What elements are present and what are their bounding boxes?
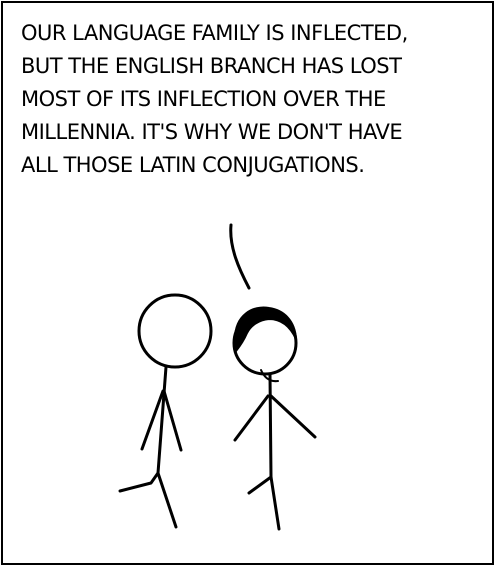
left-figure-right-leg <box>156 471 178 529</box>
left-figure-head <box>137 293 213 369</box>
right-figure-right-arm <box>269 394 317 439</box>
speech-tail <box>229 223 251 290</box>
right-stick-figure <box>232 310 317 531</box>
left-figure-left-leg <box>118 471 160 493</box>
right-figure-body <box>268 373 273 479</box>
right-figure-hair <box>234 306 297 383</box>
right-figure-right-leg <box>269 475 281 531</box>
left-stick-figure <box>118 293 213 529</box>
left-figure-body <box>156 365 168 475</box>
right-figure-left-arm <box>233 394 270 442</box>
comic-art <box>118 223 317 531</box>
left-figure-right-arm <box>162 389 183 452</box>
right-figure-left-leg <box>247 475 273 495</box>
comic-panel: OUR LANGUAGE FAMILY IS INFLECTED, BUT TH… <box>1 1 494 565</box>
